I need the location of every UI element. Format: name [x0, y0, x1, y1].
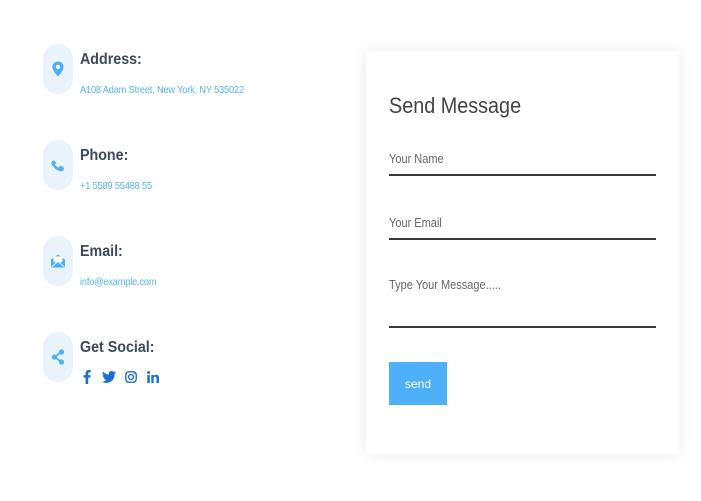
facebook-icon[interactable] — [80, 369, 94, 385]
phone-title: Phone: — [80, 147, 129, 164]
linkedin-icon[interactable] — [146, 369, 160, 385]
social-title: Get Social: — [80, 339, 155, 356]
message-field-wrapper — [389, 278, 656, 328]
phone-text: +1 5589 55488 55 — [80, 180, 152, 192]
map-pin-icon — [43, 44, 73, 94]
address-title: Address: — [80, 51, 142, 68]
phone-icon — [43, 140, 73, 190]
email-field-wrapper — [389, 214, 656, 240]
send-message-card: Send Message send — [366, 51, 679, 454]
message-textarea[interactable] — [389, 278, 624, 298]
share-icon — [43, 332, 73, 382]
form-title: Send Message — [389, 93, 522, 118]
social-links — [80, 369, 160, 385]
name-input[interactable] — [389, 151, 624, 167]
email-title: Email: — [80, 243, 123, 260]
send-button[interactable]: send — [389, 362, 447, 405]
email-text: info@example.com — [80, 276, 157, 288]
envelope-open-icon — [43, 236, 73, 286]
instagram-icon[interactable] — [124, 369, 138, 385]
address-text: A108 Adam Street, New York, NY 535022 — [80, 84, 244, 96]
email-input[interactable] — [389, 215, 624, 231]
name-field-wrapper — [389, 150, 656, 176]
twitter-icon[interactable] — [102, 369, 116, 385]
